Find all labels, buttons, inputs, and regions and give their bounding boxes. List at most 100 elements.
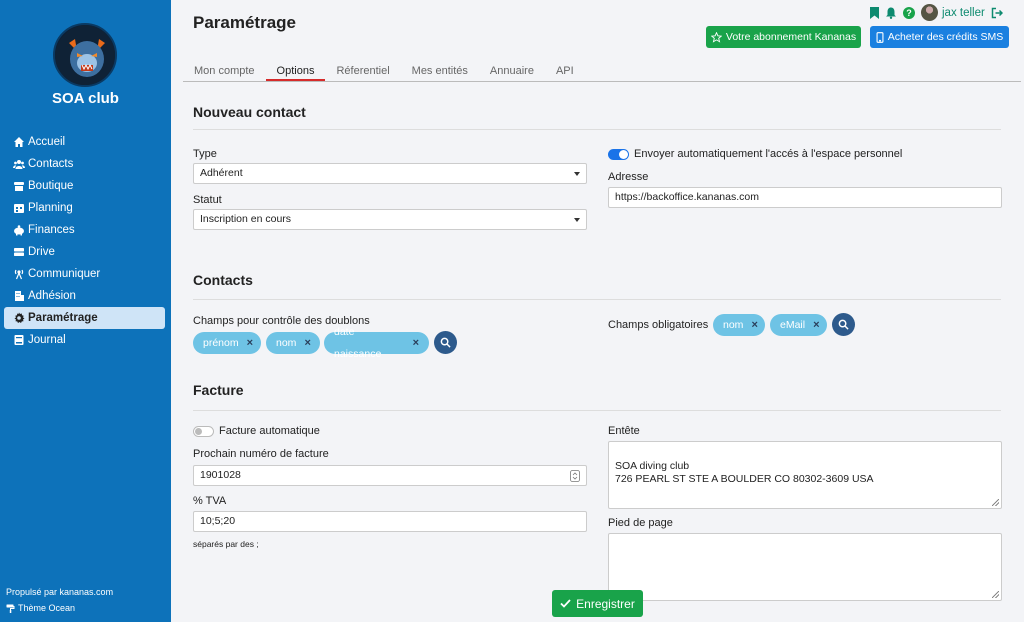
tag-label: eMail [780,319,806,331]
powered-by[interactable]: Propulsé par kananas.com [6,587,113,597]
subscription-button[interactable]: Votre abonnement Kananas [706,26,861,48]
sidebar-item-accueil[interactable]: Accueil [4,131,165,153]
theme-label: Thème Ocean [18,603,76,613]
sidebar-item-planning[interactable]: Planning [4,197,165,219]
pied-de-page-textarea[interactable] [608,533,1002,601]
page-title: Paramétrage [193,13,297,32]
sidebar-item-label: Planning [28,202,73,214]
mobile-icon [876,31,884,43]
section-title-facture: Facture [193,382,244,398]
facture-auto-label: Facture automatique [219,425,320,437]
tab-options[interactable]: Options [265,62,326,81]
remove-tag-icon[interactable]: × [751,314,757,336]
pied-de-page-label: Pied de page [608,517,673,529]
check-icon [560,599,571,608]
prochain-numero-input[interactable]: 1901028 [193,465,587,486]
tag-label: nom [723,319,744,331]
sidebar-item-label: Adhésion [28,290,76,302]
resize-handle-icon[interactable] [992,591,999,598]
remove-tag-icon[interactable]: × [247,332,253,354]
sidebar-item-label: Finances [28,224,75,236]
prochain-numero-value: 1901028 [200,469,241,481]
tab-annuaire[interactable]: Annuaire [479,62,545,81]
broadcast-icon [13,268,25,280]
search-obligatoires-button[interactable] [832,313,855,336]
entete-value: SOA diving club 726 PEARL ST STE A BOULD… [615,460,874,485]
divider [193,410,1001,411]
bell-icon[interactable] [885,7,897,19]
subscription-label: Votre abonnement Kananas [725,31,857,43]
star-icon [710,31,722,43]
resize-handle-icon[interactable] [992,499,999,506]
help-icon[interactable]: ? [903,6,915,19]
svg-text:?: ? [906,8,912,18]
bookmark-icon[interactable] [870,6,879,19]
book-icon [13,334,25,346]
tag-email-obligatoire: eMail × [770,314,827,336]
remove-tag-icon[interactable]: × [413,332,419,354]
logout-icon[interactable] [991,7,1003,19]
divider [193,299,1001,300]
tab-referentiel[interactable]: Réferentiel [325,62,400,81]
sidebar-item-label: Accueil [28,136,66,148]
tab-api[interactable]: API [545,62,585,81]
club-name: SOA club [52,90,119,107]
tab-mon-compte[interactable]: Mon compte [183,62,266,81]
tag-nom: nom × [266,332,320,354]
facture-auto-toggle[interactable] [193,426,214,437]
piggy-bank-icon [13,224,25,236]
user-name: jax teller [942,6,985,19]
paint-roller-icon [6,604,15,613]
sidebar-item-label: Communiquer [28,268,101,280]
theme-selector[interactable]: Thème Ocean [6,603,75,613]
club-logo[interactable] [53,23,117,87]
search-doublons-button[interactable] [434,331,457,354]
sidebar: SOA club Accueil Contacts Boutique Plann… [0,0,171,622]
save-label: Enregistrer [576,596,635,611]
send-access-toggle[interactable] [608,149,629,160]
sidebar-item-journal[interactable]: Journal [4,329,165,351]
save-button[interactable]: Enregistrer [552,590,643,617]
sidebar-item-label: Drive [28,246,55,258]
buy-sms-button[interactable]: Acheter des crédits SMS [870,26,1009,48]
tag-date-naissance: date naissance × [324,326,429,360]
tva-hint: séparés par des ; [193,539,259,549]
search-icon [838,319,849,330]
adresse-input[interactable]: https://backoffice.kananas.com [608,187,1002,208]
tab-mes-entites[interactable]: Mes entités [401,62,479,81]
statut-select[interactable]: Inscription en cours [193,209,587,230]
tva-input[interactable]: 10;5;20 [193,511,587,532]
shop-icon [13,180,25,192]
sidebar-item-communiquer[interactable]: Communiquer [4,263,165,285]
drive-icon [13,246,25,258]
number-spinner-icon[interactable] [570,470,580,482]
tag-label: nom [276,337,297,349]
gear-icon [13,312,25,324]
prochain-numero-label: Prochain numéro de facture [193,448,329,460]
entete-textarea[interactable]: SOA diving club 726 PEARL ST STE A BOULD… [608,441,1002,509]
tag-prenom: prénom × [193,332,261,354]
avatar [921,4,938,21]
statut-label: Statut [193,194,222,206]
tag-label: prénom [203,337,239,349]
sidebar-item-parametrage[interactable]: Paramétrage [4,307,165,329]
top-toolbar: ? jax teller [870,4,1003,21]
entete-label: Entête [608,425,640,437]
user-menu[interactable]: jax teller [921,4,985,21]
section-title-contacts: Contacts [193,272,253,288]
tag-label: date naissance [334,326,382,360]
type-select[interactable]: Adhérent [193,163,587,184]
sidebar-item-adhesion[interactable]: Adhésion [4,285,165,307]
calendar-icon [13,202,25,214]
remove-tag-icon[interactable]: × [813,314,819,336]
sidebar-item-drive[interactable]: Drive [4,241,165,263]
settings-tabs: Mon compte Options Réferentiel Mes entit… [183,62,1021,82]
sidebar-item-finances[interactable]: Finances [4,219,165,241]
sidebar-item-boutique[interactable]: Boutique [4,175,165,197]
adresse-label: Adresse [608,171,649,183]
sidebar-item-contacts[interactable]: Contacts [4,153,165,175]
tva-label: % TVA [193,495,227,507]
remove-tag-icon[interactable]: × [304,332,310,354]
sidebar-nav: Accueil Contacts Boutique Planning Finan… [0,131,171,351]
building-icon [13,290,25,302]
